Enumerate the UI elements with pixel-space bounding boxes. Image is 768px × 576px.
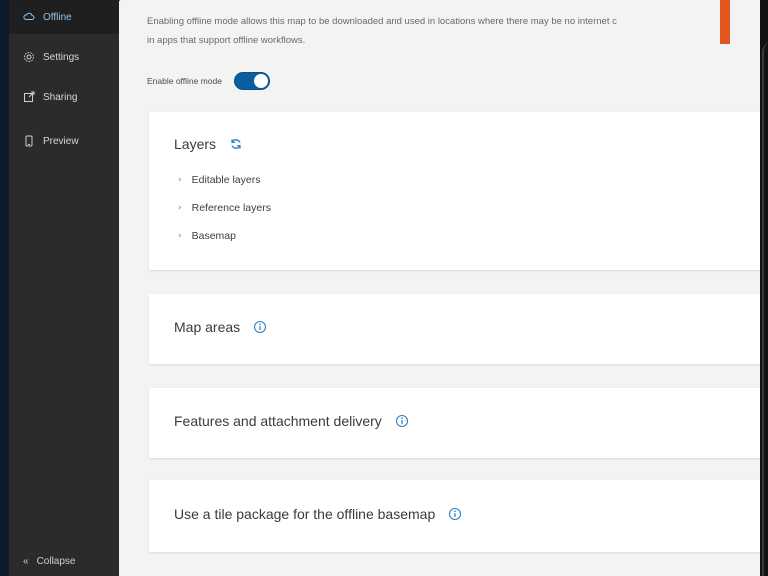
double-chevron-left-icon: « <box>23 555 29 567</box>
chevron-right-icon: › <box>178 203 182 213</box>
features-delivery-title: Features and attachment delivery <box>174 413 409 429</box>
layers-card: Layers › Editable layers › Reference lay… <box>149 112 768 270</box>
map-areas-title-text: Map areas <box>174 319 241 335</box>
map-areas-title: Map areas <box>174 319 267 335</box>
info-icon[interactable] <box>448 507 462 521</box>
info-icon[interactable] <box>395 414 409 428</box>
sidebar: Offline Settings Sharing Preview « Colla… <box>9 0 119 576</box>
orange-marker <box>720 0 730 44</box>
layers-title-text: Layers <box>174 136 217 152</box>
info-icon[interactable] <box>253 320 267 334</box>
sidebar-item-label: Preview <box>43 135 79 147</box>
device-bezel-edge <box>762 42 768 576</box>
description-line-2: in apps that support offline workflows. <box>147 35 306 46</box>
features-delivery-title-text: Features and attachment delivery <box>174 413 382 429</box>
features-delivery-card[interactable]: Features and attachment delivery <box>149 388 768 458</box>
chevron-right-icon: › <box>178 231 182 241</box>
main-content: Enabling offline mode allows this map to… <box>119 0 768 576</box>
collapse-button[interactable]: « Collapse <box>9 546 119 576</box>
tile-package-title-text: Use a tile package for the offline basem… <box>174 506 436 522</box>
sidebar-item-label: Offline <box>43 11 72 23</box>
layers-title: Layers <box>174 136 243 152</box>
sidebar-item-preview[interactable]: Preview <box>9 124 119 158</box>
sidebar-item-label: Settings <box>43 51 80 63</box>
chevron-right-icon: › <box>178 175 182 185</box>
tile-package-card[interactable]: Use a tile package for the offline basem… <box>149 480 768 552</box>
offline-toggle-row: Enable offline mode <box>147 70 270 92</box>
layer-group-label: Reference layers <box>191 202 271 214</box>
enable-offline-toggle[interactable] <box>233 72 270 90</box>
sidebar-item-offline[interactable]: Offline <box>9 0 119 34</box>
collapse-label: Collapse <box>36 555 76 567</box>
sidebar-item-sharing[interactable]: Sharing <box>9 80 119 114</box>
layer-group-label: Basemap <box>191 230 236 242</box>
layer-group-basemap[interactable]: › Basemap <box>178 230 236 242</box>
refresh-icon[interactable] <box>229 137 243 151</box>
description-line-1: Enabling offline mode allows this map to… <box>147 16 617 27</box>
layer-group-reference[interactable]: › Reference layers <box>178 202 271 214</box>
offline-description: Enabling offline mode allows this map to… <box>147 12 768 50</box>
phone-icon <box>23 135 35 147</box>
layer-group-editable[interactable]: › Editable layers <box>178 174 260 186</box>
sidebar-item-label: Sharing <box>43 91 78 103</box>
sidebar-item-settings[interactable]: Settings <box>9 40 119 74</box>
share-icon <box>23 91 35 103</box>
layer-group-label: Editable layers <box>191 174 261 186</box>
map-areas-card[interactable]: Map areas <box>149 294 768 364</box>
toggle-label: Enable offline mode <box>147 76 222 86</box>
toggle-knob <box>253 74 268 88</box>
outer-frame <box>0 0 9 576</box>
offline-icon <box>23 11 35 23</box>
gear-icon <box>23 51 35 63</box>
tile-package-title: Use a tile package for the offline basem… <box>174 506 462 522</box>
